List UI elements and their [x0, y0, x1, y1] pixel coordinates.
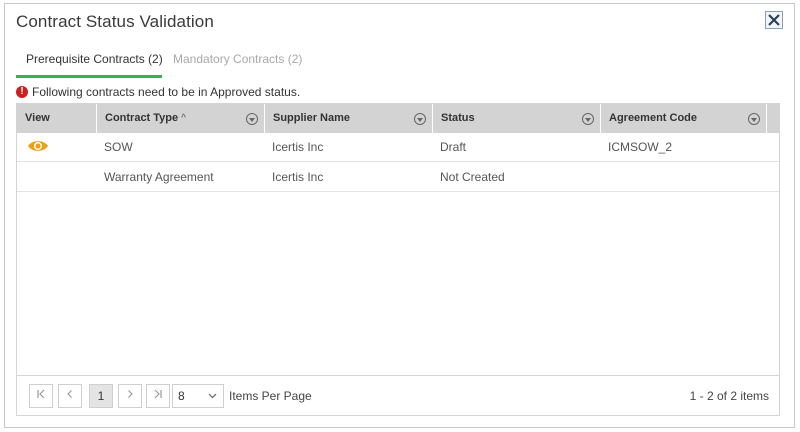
supplier-name-cell: Icertis Inc [272, 170, 324, 184]
column-header-agreement-code[interactable]: Agreement Code [600, 104, 766, 133]
first-page-button[interactable] [29, 384, 53, 408]
dialog-title: Contract Status Validation [16, 12, 214, 31]
chevron-left-icon [67, 390, 72, 398]
eye-icon[interactable] [27, 139, 49, 153]
supplier-name-cell: Icertis Inc [272, 140, 324, 154]
items-per-page-label: Items Per Page [229, 389, 312, 403]
table-row[interactable]: Warranty Agreement Icertis Inc Not Creat… [17, 163, 779, 192]
view-cell [17, 163, 96, 192]
column-header-view: View [17, 104, 96, 133]
filter-icon[interactable] [582, 113, 594, 125]
agreement-code-cell [600, 163, 766, 192]
first-page-icon [37, 389, 45, 399]
page-size-select[interactable]: 8 [172, 384, 224, 408]
status-cell: Not Created [440, 170, 505, 184]
status-cell: Draft [440, 140, 467, 154]
close-button[interactable] [765, 11, 783, 29]
tab-prerequisite-contracts[interactable]: Prerequisite Contracts (2) [16, 48, 163, 78]
chevron-down-icon [208, 393, 217, 399]
filter-icon[interactable] [748, 113, 760, 125]
view-cell[interactable] [17, 133, 96, 162]
column-header-status[interactable]: Status [432, 104, 600, 133]
table-row[interactable]: SOW Icertis Inc Draft ICMSOW_2 [17, 133, 779, 162]
column-label: Status [441, 112, 475, 124]
contracts-grid: View Contract Type ^ Supplier Name Status… [16, 103, 780, 416]
warning-text: Following contracts need to be in Approv… [32, 85, 301, 99]
validation-warning: ! Following contracts need to be in Appr… [16, 85, 300, 99]
contract-type-cell: SOW [104, 140, 133, 154]
column-label: View [25, 112, 50, 124]
agreement-code-cell: ICMSOW_2 [608, 140, 673, 154]
close-icon [768, 14, 780, 26]
error-icon: ! [16, 86, 28, 98]
column-header-supplier-name[interactable]: Supplier Name [264, 104, 432, 133]
last-page-button[interactable] [146, 384, 170, 408]
filter-icon[interactable] [414, 113, 426, 125]
contract-type-cell: Warranty Agreement [104, 170, 214, 184]
column-label: Supplier Name [273, 112, 351, 124]
tab-mandatory-contracts[interactable]: Mandatory Contracts (2) [173, 48, 302, 78]
column-label: Contract Type [105, 112, 179, 124]
sort-ascending-icon: ^ [181, 113, 186, 124]
chevron-right-icon [128, 390, 133, 398]
previous-page-button[interactable] [58, 384, 82, 408]
grid-header: View Contract Type ^ Supplier Name Status… [17, 104, 779, 133]
column-label: Agreement Code [609, 112, 698, 124]
scrollbar-gutter [766, 104, 779, 133]
last-page-icon [154, 389, 162, 399]
pager-range-info: 1 - 2 of 2 items [689, 389, 769, 403]
next-page-button[interactable] [118, 384, 142, 408]
page-button-current[interactable]: 1 [89, 384, 113, 408]
filter-icon[interactable] [246, 113, 258, 125]
column-header-contract-type[interactable]: Contract Type ^ [96, 104, 264, 133]
page-size-value: 8 [178, 389, 185, 403]
contract-status-dialog: Contract Status Validation Prerequisite … [4, 3, 795, 428]
pager: 1 8 Items Per Page 1 - 2 of 2 items [17, 375, 779, 415]
